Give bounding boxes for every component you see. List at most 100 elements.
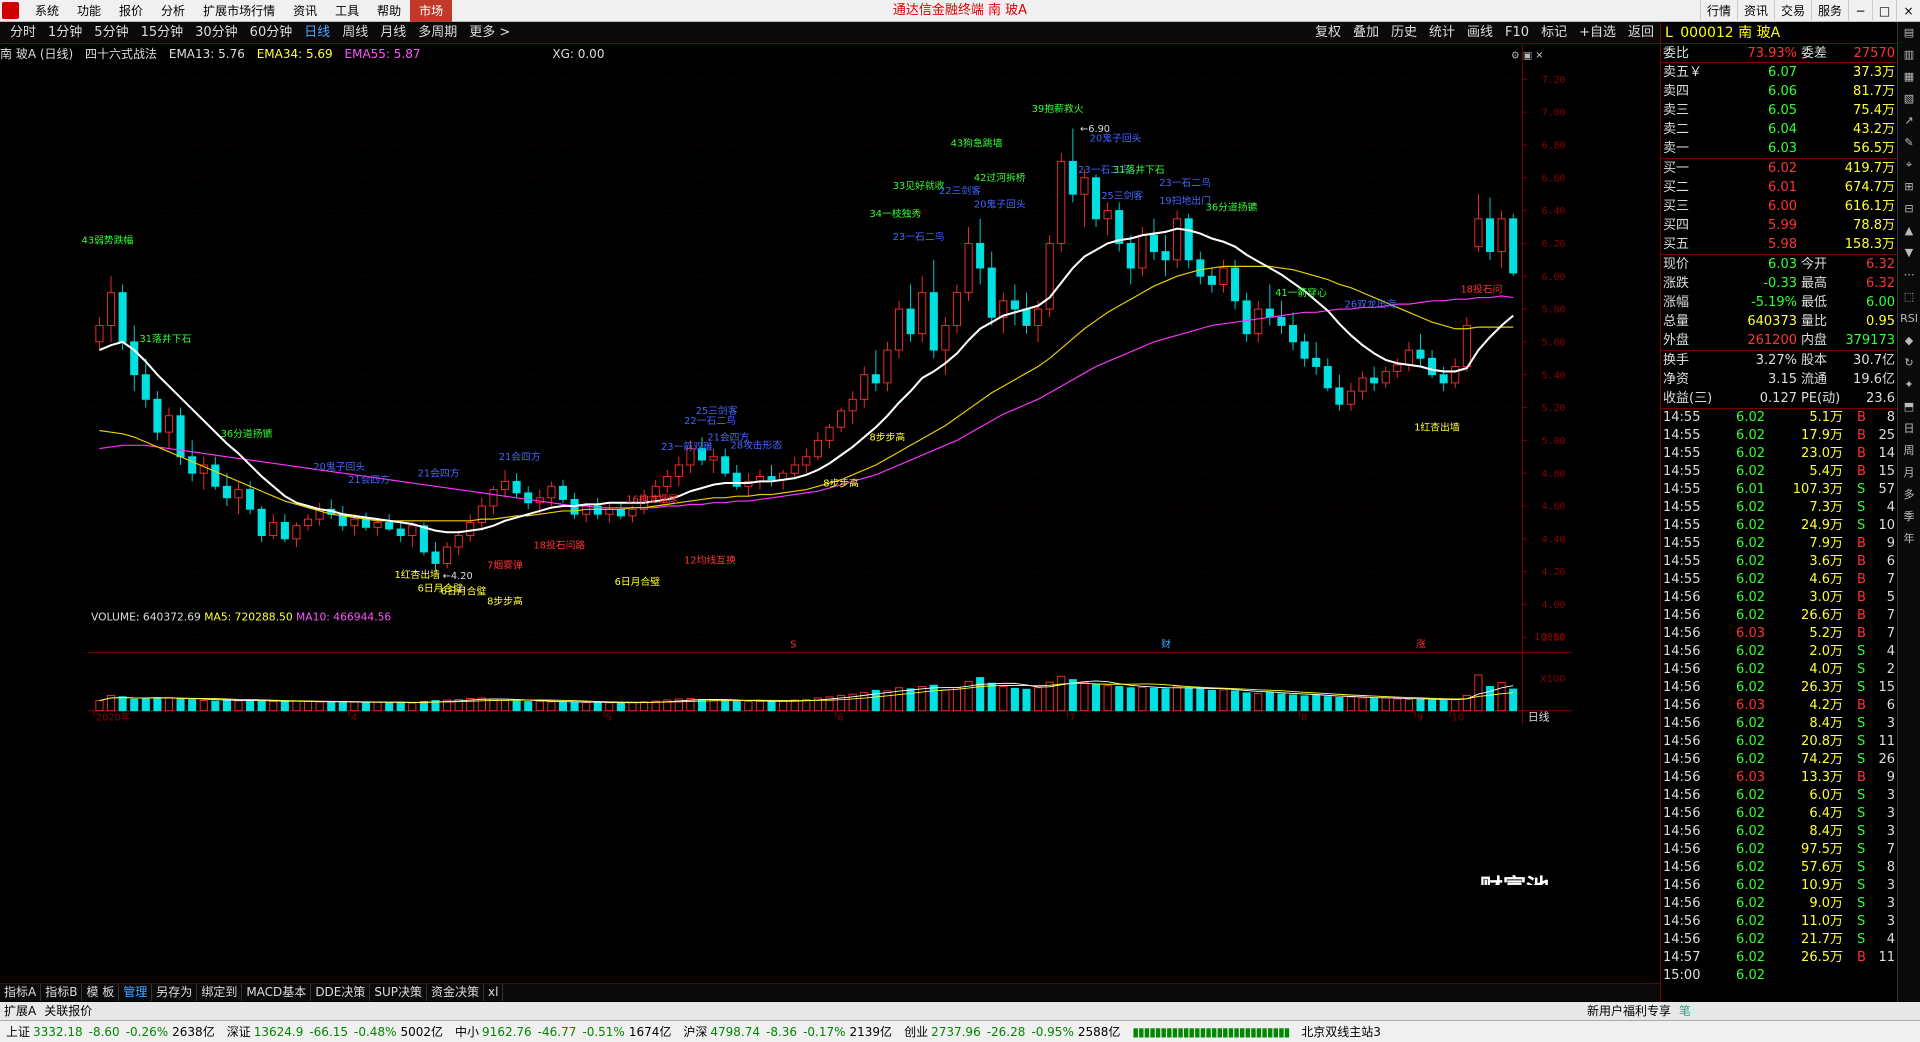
- tick-row[interactable]: 14:56 6.03 4.2万 B 6: [1661, 697, 1897, 715]
- tab-ext-a[interactable]: 扩展A: [0, 1002, 40, 1020]
- side-tool-18-icon[interactable]: 日: [1898, 418, 1920, 440]
- menu-item-7[interactable]: 帮助: [368, 0, 410, 22]
- tick-row[interactable]: 14:56 6.02 57.6万 S 8: [1661, 859, 1897, 877]
- function-button-5[interactable]: F10: [1499, 22, 1535, 44]
- tick-list[interactable]: 14:55 6.02 5.1万 B 8 14:55 6.02 17.9万 B 25 14:55 6.0…: [1661, 409, 1897, 985]
- buy-row[interactable]: 买三 6.00 616.1万: [1661, 197, 1897, 216]
- side-tool-14-icon[interactable]: ◆: [1898, 330, 1920, 352]
- tick-row[interactable]: 15:00 6.02: [1661, 967, 1897, 985]
- menu-item-8[interactable]: 市场: [410, 0, 453, 22]
- index-quote-4[interactable]: 创业 2737.96 -26.28 -0.95% 2588亿: [898, 1021, 1126, 1042]
- period-tab-6[interactable]: 日线: [298, 22, 336, 44]
- indicator-tab-2[interactable]: 模 板: [82, 984, 120, 1001]
- indicator-tab-8[interactable]: SUP决策: [370, 984, 428, 1001]
- tick-row[interactable]: 14:56 6.02 20.8万 S 11: [1661, 733, 1897, 751]
- function-button-7[interactable]: +自选: [1573, 22, 1622, 44]
- menu-item-1[interactable]: 功能: [68, 0, 110, 22]
- indicator-tab-9[interactable]: 资金决策: [427, 984, 485, 1001]
- event-marker[interactable]: 财: [1161, 637, 1171, 650]
- index-quote-3[interactable]: 沪深 4798.74 -8.36 -0.17% 2139亿: [677, 1021, 898, 1042]
- tick-row[interactable]: 14:55 6.02 24.9万 S 10: [1661, 517, 1897, 535]
- tick-row[interactable]: 14:56 6.02 11.0万 S 3: [1661, 913, 1897, 931]
- tab-related-quote[interactable]: 关联报价: [40, 1002, 96, 1020]
- indicator-tab-1[interactable]: 指标B: [41, 984, 83, 1001]
- side-tool-8-icon[interactable]: ⊟: [1898, 198, 1920, 220]
- tick-row[interactable]: 14:55 6.02 23.0万 B 14: [1661, 445, 1897, 463]
- tick-row[interactable]: 14:56 6.02 6.4万 S 3: [1661, 805, 1897, 823]
- period-tab-2[interactable]: 5分钟: [88, 22, 134, 44]
- side-tool-2-icon[interactable]: ▦: [1898, 66, 1920, 88]
- period-tab-0[interactable]: 分时: [4, 22, 42, 44]
- function-button-3[interactable]: 统计: [1423, 22, 1461, 44]
- side-tool-9-icon[interactable]: ▲: [1898, 220, 1920, 242]
- period-tab-8[interactable]: 月线: [374, 22, 412, 44]
- buy-row[interactable]: 买一 6.02 419.7万: [1661, 159, 1897, 178]
- side-tool-1-icon[interactable]: ▥: [1898, 44, 1920, 66]
- side-tool-17-icon[interactable]: ⬒: [1898, 396, 1920, 418]
- event-marker[interactable]: S: [790, 639, 796, 650]
- tick-row[interactable]: 14:56 6.02 6.0万 S 3: [1661, 787, 1897, 805]
- side-tool-22-icon[interactable]: 季: [1898, 506, 1920, 528]
- side-tool-3-icon[interactable]: ▧: [1898, 88, 1920, 110]
- indicator-tab-0[interactable]: 指标A: [0, 984, 42, 1001]
- tick-row[interactable]: 14:56 6.02 97.5万 S 7: [1661, 841, 1897, 859]
- buy-row[interactable]: 买二 6.01 674.7万: [1661, 178, 1897, 197]
- formula-name[interactable]: 四十六式战法: [85, 47, 157, 61]
- period-tab-9[interactable]: 多周期: [412, 22, 463, 44]
- event-marker[interactable]: 涨: [1416, 638, 1426, 650]
- tick-row[interactable]: 14:56 6.02 10.9万 S 3: [1661, 877, 1897, 895]
- server-name[interactable]: 北京双线主站3: [1295, 1021, 1387, 1042]
- side-tool-16-icon[interactable]: ✦: [1898, 374, 1920, 396]
- sell-row[interactable]: 卖二 6.04 43.2万: [1661, 120, 1897, 139]
- promo-link[interactable]: 新用户福利专享: [1583, 1002, 1675, 1020]
- function-button-2[interactable]: 历史: [1385, 22, 1423, 44]
- tick-row[interactable]: 14:56 6.02 8.4万 S 3: [1661, 823, 1897, 841]
- sell-row[interactable]: 卖五￥ 6.07 37.3万: [1661, 63, 1897, 82]
- tick-row[interactable]: 14:57 6.02 26.5万 B 11: [1661, 949, 1897, 967]
- maximize-icon[interactable]: □: [1872, 0, 1896, 22]
- top-right-button-2[interactable]: 交易: [1773, 0, 1811, 22]
- top-right-button-3[interactable]: 服务: [1810, 0, 1848, 22]
- function-button-4[interactable]: 画线: [1461, 22, 1499, 44]
- period-tab-5[interactable]: 60分钟: [244, 22, 299, 44]
- sell-row[interactable]: 卖四 6.06 81.7万: [1661, 82, 1897, 101]
- buy-row[interactable]: 买五 5.98 158.3万: [1661, 235, 1897, 254]
- tick-row[interactable]: 14:55 6.02 7.3万 S 4: [1661, 499, 1897, 517]
- menu-item-3[interactable]: 分析: [152, 0, 194, 22]
- tick-row[interactable]: 14:56 6.02 26.3万 S 15: [1661, 679, 1897, 697]
- indicator-tab-6[interactable]: MACD基本: [242, 984, 312, 1001]
- sell-row[interactable]: 卖一 6.03 56.5万: [1661, 139, 1897, 158]
- side-tool-5-icon[interactable]: ✎: [1898, 132, 1920, 154]
- menu-item-4[interactable]: 扩展市场行情: [194, 0, 284, 22]
- function-button-6[interactable]: 标记: [1535, 22, 1573, 44]
- function-button-8[interactable]: 返回: [1622, 22, 1660, 44]
- side-tool-21-icon[interactable]: 多: [1898, 484, 1920, 506]
- side-tool-6-icon[interactable]: ⌖: [1898, 154, 1920, 176]
- side-tool-4-icon[interactable]: ↗: [1898, 110, 1920, 132]
- top-right-button-0[interactable]: 行情: [1699, 0, 1737, 22]
- side-tool-7-icon[interactable]: ⊞: [1898, 176, 1920, 198]
- tick-row[interactable]: 14:55 6.02 3.6万 B 6: [1661, 553, 1897, 571]
- period-tab-10[interactable]: 更多 >: [463, 22, 516, 44]
- side-tool-0-icon[interactable]: ▤: [1898, 22, 1920, 44]
- tick-row[interactable]: 14:56 6.02 2.0万 S 4: [1661, 643, 1897, 661]
- tick-row[interactable]: 14:56 6.02 74.2万 S 26: [1661, 751, 1897, 769]
- index-quote-0[interactable]: 上证 3332.18 -8.60 -0.26% 2638亿: [0, 1021, 221, 1042]
- tick-row[interactable]: 14:56 6.02 9.0万 S 3: [1661, 895, 1897, 913]
- tick-row[interactable]: 14:56 6.03 5.2万 B 7: [1661, 625, 1897, 643]
- index-quote-2[interactable]: 中小 9162.76 -46.77 -0.51% 1674亿: [449, 1021, 677, 1042]
- period-tab-4[interactable]: 30分钟: [189, 22, 244, 44]
- menu-item-2[interactable]: 报价: [110, 0, 152, 22]
- side-tool-12-icon[interactable]: ⬚: [1898, 286, 1920, 308]
- close-icon[interactable]: ×: [1896, 0, 1920, 22]
- side-tool-19-icon[interactable]: 周: [1898, 440, 1920, 462]
- buy-row[interactable]: 买四 5.99 78.8万: [1661, 216, 1897, 235]
- tick-row[interactable]: 14:55 6.02 5.1万 B 8: [1661, 409, 1897, 427]
- pen-button[interactable]: 笔: [1675, 1002, 1695, 1020]
- top-right-button-1[interactable]: 资讯: [1736, 0, 1774, 22]
- side-tool-11-icon[interactable]: ⋯: [1898, 264, 1920, 286]
- side-tool-10-icon[interactable]: ▼: [1898, 242, 1920, 264]
- side-tool-23-icon[interactable]: 年: [1898, 528, 1920, 550]
- tick-row[interactable]: 14:55 6.02 4.6万 B 7: [1661, 571, 1897, 589]
- sell-row[interactable]: 卖三 6.05 75.4万: [1661, 101, 1897, 120]
